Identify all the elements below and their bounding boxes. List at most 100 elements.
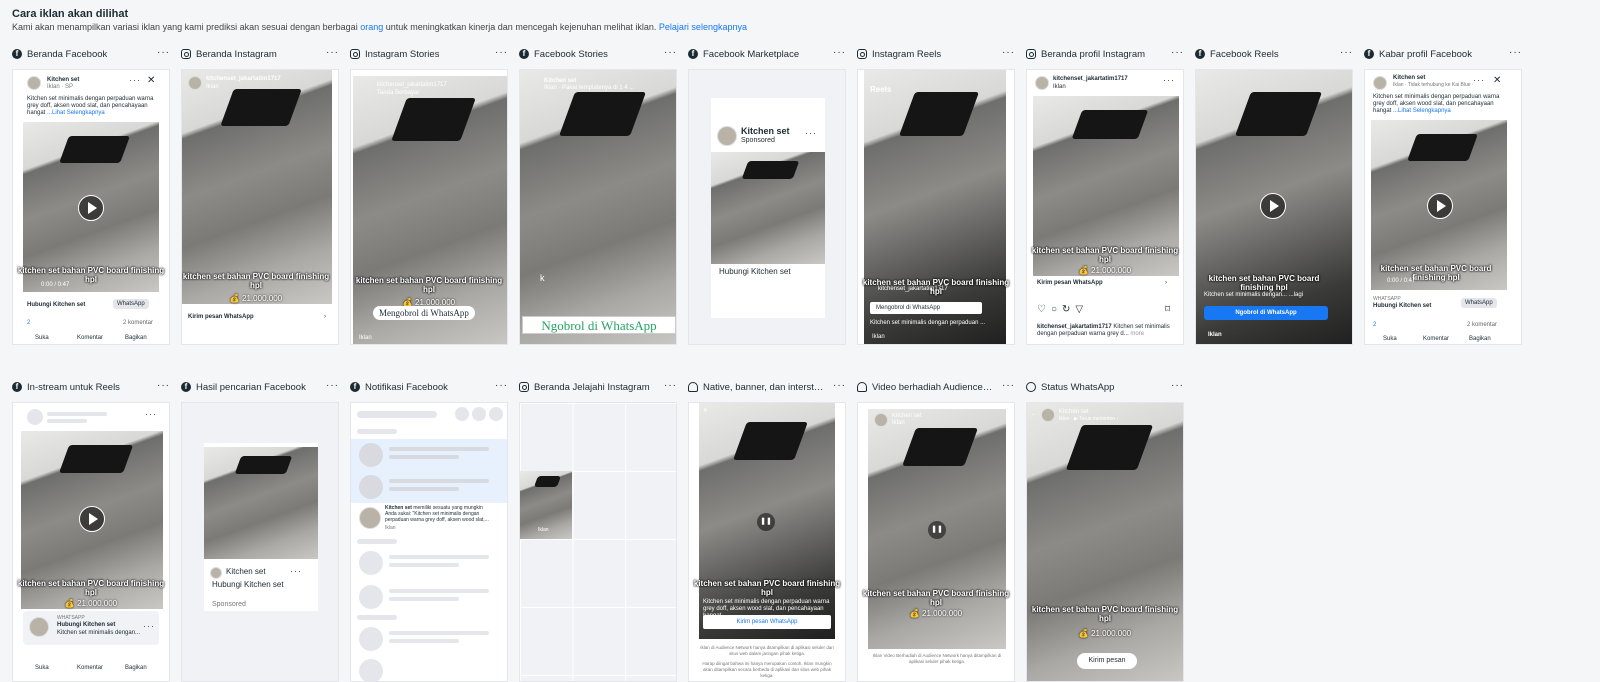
avatar [717, 126, 737, 146]
more-options-icon[interactable]: ··· [495, 380, 508, 391]
audience-link[interactable]: orang [360, 22, 383, 32]
more-options-icon[interactable]: ··· [833, 47, 846, 58]
ad-preview[interactable]: Iklan [519, 402, 677, 682]
like-button[interactable]: Suka [1383, 336, 1397, 343]
ad-preview[interactable]: kitchenset_jakartatim1717 Iklan ··· kitc… [1026, 69, 1184, 345]
instagram-icon [181, 49, 191, 59]
pause-icon[interactable]: ❚❚ [757, 513, 775, 531]
avatar [27, 76, 41, 90]
ad-preview[interactable]: Kitchen set ··· Hubungi Kitchen set Spon… [181, 402, 339, 682]
more-options-icon[interactable]: ··· [664, 380, 677, 391]
pause-icon[interactable]: ❚❚ [928, 521, 946, 539]
ad-preview[interactable]: kitchen set bahan PVC board finishing hp… [1195, 69, 1353, 345]
like-button[interactable]: Suka [35, 335, 49, 342]
send-message-button[interactable]: Kirim pesan [1077, 653, 1137, 669]
comment-button[interactable]: Komentar [77, 665, 103, 672]
like-button[interactable]: Suka [35, 665, 49, 672]
whatsapp-button[interactable]: WhatsApp [1461, 298, 1497, 308]
close-icon[interactable]: ✕ [147, 75, 155, 86]
learn-more-link[interactable]: Pelajari selengkapnya [659, 22, 747, 32]
play-icon[interactable] [1427, 193, 1453, 219]
ad-preview[interactable]: Kitchen set Iklan ❚❚ kitchen set bahan P… [857, 402, 1015, 682]
more-icon[interactable]: ··· [805, 128, 817, 138]
placement-label: Facebook Stories [534, 48, 608, 60]
placement-label: Instagram Reels [872, 48, 942, 60]
audience-network-icon [857, 382, 867, 392]
whatsapp-chat-button[interactable]: Ngobrol di WhatsApp [1204, 306, 1328, 320]
more-options-icon[interactable]: ··· [1171, 47, 1184, 58]
ad-preview[interactable]: kitchenset_jakartatim1717 Iklan kitchen … [181, 69, 339, 345]
play-icon[interactable] [1260, 193, 1286, 219]
page-title: Cara iklan akan dilihat [12, 8, 129, 20]
share-button[interactable]: Bagikan [1469, 336, 1491, 343]
more-options-icon[interactable]: ··· [326, 380, 339, 391]
close-icon[interactable]: ✕ [1493, 75, 1501, 86]
placement-label: Beranda Facebook [27, 48, 108, 60]
ad-preview[interactable]: ··· kitchen set bahan PVC board finishin… [12, 402, 170, 682]
more-options-icon[interactable]: ··· [833, 380, 846, 391]
more-options-icon[interactable]: ··· [664, 47, 677, 58]
bookmark-icon[interactable]: ⌑ [1165, 305, 1170, 315]
more-icon[interactable]: ··· [129, 75, 141, 85]
chevron-right-icon: › [1165, 280, 1167, 286]
ad-preview[interactable]: Kitchen set Iklan · Pakai templatenya di… [519, 69, 677, 345]
placement-facebook-stories: f Facebook Stories ··· Kitchen set Iklan ·… [519, 47, 677, 345]
ad-preview[interactable]: Kitchen set Sponsored ··· Hubungi Kitche… [688, 69, 846, 345]
more-options-icon[interactable]: ··· [1509, 47, 1522, 58]
placement-facebook-marketplace: f Facebook Marketplace ··· Kitchen set Spo… [688, 47, 846, 345]
whatsapp-chat-button[interactable]: Mengobrol di WhatsApp [870, 302, 982, 314]
more-options-icon[interactable]: ··· [1002, 47, 1015, 58]
more-options-icon[interactable]: ··· [1340, 47, 1353, 58]
more-options-icon[interactable]: ··· [1002, 380, 1015, 391]
more-options-icon[interactable]: ··· [326, 47, 339, 58]
more-options-icon[interactable]: ··· [157, 47, 170, 58]
page-header: Cara iklan akan dilihat Kami akan menamp… [12, 8, 747, 32]
avatar [1041, 408, 1055, 422]
facebook-icon: f [12, 382, 22, 392]
back-arrow-icon[interactable]: ← [1031, 411, 1037, 418]
facebook-icon: f [1195, 49, 1205, 59]
ad-preview[interactable]: Reels kitchen set bahan PVC board finish… [857, 69, 1015, 345]
ad-preview[interactable]: Kitchen set memiliki sesuatu yang mungki… [350, 402, 508, 682]
whatsapp-button[interactable]: WhatsApp [113, 299, 149, 309]
placement-label: Beranda Instagram [196, 48, 277, 60]
placement-in-stream-reels: f In-stream untuk Reels ··· ··· kitchen se… [12, 380, 170, 682]
placement-instagram-stories: Instagram Stories ··· kitchenset_jakartat… [350, 47, 508, 345]
placement-label: Facebook Marketplace [703, 48, 800, 60]
avatar [29, 617, 49, 637]
placement-status-whatsapp: Status WhatsApp ··· ← Kitchen set Iklan ·… [1026, 380, 1184, 682]
placement-beranda-jelajahi-instagram: Beranda Jelajahi Instagram ··· Iklan [519, 380, 677, 682]
comment-button[interactable]: Komentar [1423, 336, 1449, 343]
send-whatsapp-button[interactable]: Kirim pesan WhatsApp [703, 615, 831, 629]
play-icon[interactable] [78, 195, 104, 221]
play-icon[interactable] [79, 506, 105, 532]
ad-preview[interactable]: Kitchen set Iklan · Tidak terhubung ke K… [1364, 69, 1522, 345]
ad-preview[interactable]: kitchenset_jakartatim1717 Tanda Berbayar… [350, 69, 508, 345]
more-icon[interactable]: ··· [1473, 75, 1485, 85]
placement-beranda-instagram: Beranda Instagram ··· kitchenset_jakartat… [181, 47, 339, 345]
more-options-icon[interactable]: ··· [1171, 380, 1184, 391]
action-icons[interactable]: ♡○↻▽ [1037, 305, 1088, 315]
share-button[interactable]: Bagikan [125, 665, 147, 672]
more-icon[interactable]: ··· [143, 621, 155, 631]
placement-label: Native, banner, dan interstisial [703, 381, 825, 393]
ad-image [1027, 403, 1183, 681]
ad-image [520, 70, 676, 344]
ad-preview[interactable]: Kitchen set Iklan · SP ··· ✕ Kitchen set… [12, 69, 170, 345]
more-options-icon[interactable]: ··· [157, 380, 170, 391]
ad-preview[interactable]: ✕ ❚❚ kitchen set bahan PVC board finishi… [688, 402, 846, 682]
avatar [1035, 76, 1049, 90]
close-icon[interactable]: ✕ [703, 408, 708, 415]
more-icon[interactable]: ··· [1163, 75, 1175, 85]
more-icon[interactable]: ··· [145, 409, 157, 419]
instagram-icon [350, 49, 360, 59]
comment-button[interactable]: Komentar [77, 335, 103, 342]
more-icon[interactable]: ··· [290, 566, 302, 576]
share-button[interactable]: Bagikan [125, 335, 147, 342]
avatar [210, 567, 222, 579]
ad-preview[interactable]: ← Kitchen set Iklan · ▶ Terus menonton ›… [1026, 402, 1184, 682]
whatsapp-chat-button[interactable]: Mengobrol di WhatsApp [373, 306, 475, 320]
whatsapp-chat-button[interactable]: Ngobrol di WhatsApp [522, 316, 676, 334]
more-options-icon[interactable]: ··· [495, 47, 508, 58]
whatsapp-icon [1026, 382, 1036, 392]
